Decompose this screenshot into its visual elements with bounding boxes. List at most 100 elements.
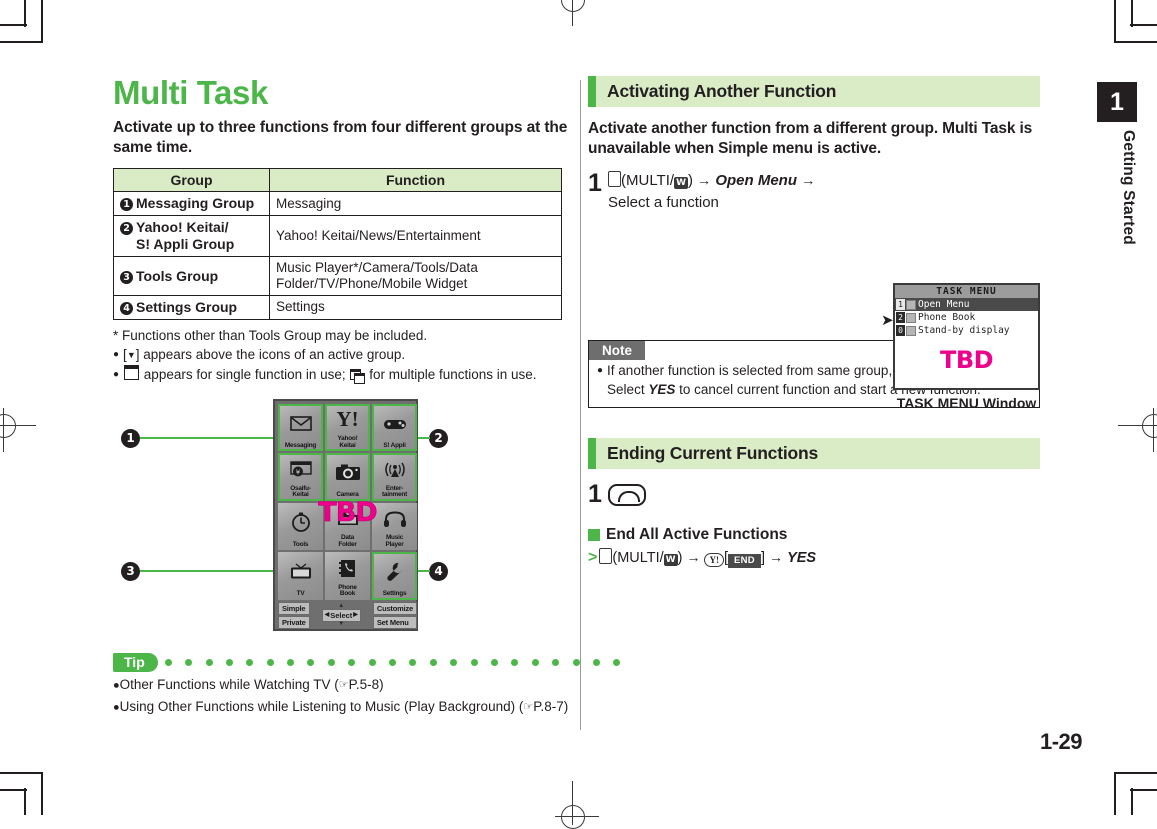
chapter-tab: 1 Getting Started — [1097, 82, 1137, 245]
crop-mark-tr-h2 — [1114, 41, 1157, 43]
w-key-icon: W — [674, 177, 688, 190]
group-label: Tools Group — [136, 267, 219, 284]
menu-item-messaging[interactable]: Messaging — [278, 403, 323, 452]
soft-key-set-menu[interactable]: Set Menu — [372, 615, 417, 629]
function-cell: Messaging — [269, 191, 562, 217]
select-button[interactable]: ◀ Select ▶ — [321, 608, 361, 622]
column-divider — [580, 80, 581, 730]
triangle-down-icon: ▼ — [126, 350, 136, 361]
arrow-icon: → — [801, 172, 816, 189]
function-cell: Yahoo! Keitai/News/Entertainment — [269, 215, 562, 257]
group-number-3: 3 — [120, 270, 133, 284]
screenshot-tbd-overlay: TBD — [939, 346, 994, 375]
soft-key-private[interactable]: Private — [278, 615, 310, 629]
menu-item-tv[interactable]: TV — [278, 552, 323, 600]
step-body: (MULTI/W) → Open Menu → Select a functio… — [608, 171, 816, 212]
antenna-icon — [383, 453, 407, 485]
menu-label: TV — [296, 590, 305, 598]
menu-item-camera[interactable]: Camera — [325, 453, 370, 501]
crop-mark-tr-v2 — [1114, 0, 1116, 43]
tip-text-2: Using Other Functions while Listening to… — [119, 698, 524, 714]
task-menu-row-phone-book[interactable]: 2 Phone Book — [895, 311, 1038, 324]
note-bullet-2-text: appears for single function in use; for … — [123, 365, 537, 385]
menu-item-osaifu-keitai[interactable]: ¥ Osaifu- Keitai — [278, 453, 323, 501]
crop-mark-tl-h — [0, 24, 27, 26]
crop-mark-tl-v2 — [41, 0, 43, 43]
callout-line-4 — [416, 570, 430, 573]
yes-label: YES — [787, 549, 817, 566]
menu-item-phone-book[interactable]: Phone Book — [325, 552, 370, 600]
figure-tbd-overlay: TBD — [318, 496, 378, 528]
phone-screen: Messaging Y! Yahoo! Keitai S! Appli ¥ Os… — [273, 398, 418, 631]
gamepad-icon — [383, 404, 407, 443]
menu-item-s-appli[interactable]: S! Appli — [372, 403, 417, 452]
group-cell: 1 Messaging Group — [113, 191, 270, 217]
table-row: 3 Tools Group Music Player*/Camera/Tools/… — [113, 255, 562, 297]
end-soft-key-icon: END — [728, 553, 761, 568]
multi-key-icon — [599, 547, 613, 564]
function-cell: Music Player*/Camera/Tools/Data Folder/T… — [269, 255, 562, 297]
bullet-dot-icon: ● — [113, 369, 120, 381]
multi-key-label: MULTI/ — [626, 172, 675, 190]
crop-mark-br-h2 — [1114, 772, 1157, 774]
table-row: 4 Settings Group Settings — [113, 295, 562, 320]
crop-mark-bl-v2 — [41, 772, 43, 815]
key-number: 1 — [896, 299, 905, 311]
phonebook-icon — [338, 552, 357, 584]
w-key-icon: W — [663, 553, 678, 566]
step-body — [608, 481, 646, 509]
soft-key-customize[interactable]: Customize — [372, 601, 417, 615]
tip-ref-2: P.8-7 — [533, 698, 564, 714]
menu-item-yahoo-keitai[interactable]: Y! Yahoo! Keitai — [325, 403, 370, 452]
left-soft-keys: Simple Private — [278, 601, 310, 629]
note-bullet-1: ● [▼] appears above the icons of an acti… — [113, 345, 578, 365]
section-title: Ending Current Functions — [607, 443, 819, 464]
television-icon — [289, 552, 313, 591]
key-number: 2 — [896, 312, 905, 324]
section-title: Activating Another Function — [607, 81, 837, 101]
group-label: Messaging Group — [136, 195, 255, 212]
group-number-4: 4 — [120, 302, 133, 316]
arrow-down-icon: ▼ — [338, 620, 345, 627]
select-pad[interactable]: ▲ ◀ Select ▶ ▼ — [321, 603, 361, 627]
tip-dotted-rule — [164, 658, 634, 666]
task-menu-title: TASK MENU — [895, 285, 1038, 299]
step-number: 1 — [588, 169, 602, 198]
task-menu-row-standby[interactable]: 0 Stand-by display — [895, 324, 1038, 337]
manual-page: Multi Task Activate up to three function… — [0, 0, 1157, 829]
yes-label: YES — [648, 382, 676, 398]
callout-3: 3 — [121, 561, 140, 581]
menu-item-settings[interactable]: Settings — [372, 552, 417, 600]
svg-text:¥: ¥ — [295, 468, 300, 476]
page-title: Multi Task — [113, 74, 268, 111]
row-label: Phone Book — [918, 312, 976, 324]
crop-mark-br-h — [1130, 789, 1157, 791]
soft-key-simple[interactable]: Simple — [278, 601, 310, 615]
wallet-icon: ¥ — [289, 453, 313, 485]
open-menu-label: Open Menu — [715, 172, 798, 190]
tip-badge: Tip — [113, 652, 158, 672]
menu-label: Messaging — [284, 441, 317, 449]
menu-icon — [906, 312, 916, 323]
section-accent-bar — [588, 76, 596, 107]
step-1-activating: 1 (MULTI/W) → Open Menu → Select a funct… — [588, 170, 878, 214]
subsection-end-all: End All Active Functions — [588, 526, 1040, 544]
end-call-key-icon — [608, 484, 646, 507]
page-ref-icon: ☞ — [338, 679, 349, 692]
multi-key-icon — [608, 171, 621, 188]
menu-item-entertainment[interactable]: Enter-tainment — [372, 453, 417, 501]
bullet-dot-icon: ● — [113, 349, 120, 361]
bullet-dot-icon: ● — [597, 365, 604, 377]
group-cell: 3 Tools Group — [113, 255, 270, 297]
step-number: 1 — [588, 480, 602, 509]
section-accent-bar — [588, 438, 596, 470]
page-ref-icon: ☞ — [523, 701, 534, 714]
table-header-row: Group Function — [113, 168, 562, 193]
tip-section: Tip ●Other Functions while Watching TV (… — [113, 652, 621, 716]
menu-label: Phone Book — [338, 583, 357, 598]
menu-label: Data Folder — [338, 534, 357, 548]
crop-mark-tl-h2 — [0, 41, 43, 43]
task-menu-row-open-menu[interactable]: 1 Open Menu — [895, 298, 1038, 312]
group-cell: 2 Yahoo! Keitai/S! Appli Group — [113, 215, 270, 257]
table-footnote: * Functions other than Tools Group may b… — [113, 327, 428, 343]
